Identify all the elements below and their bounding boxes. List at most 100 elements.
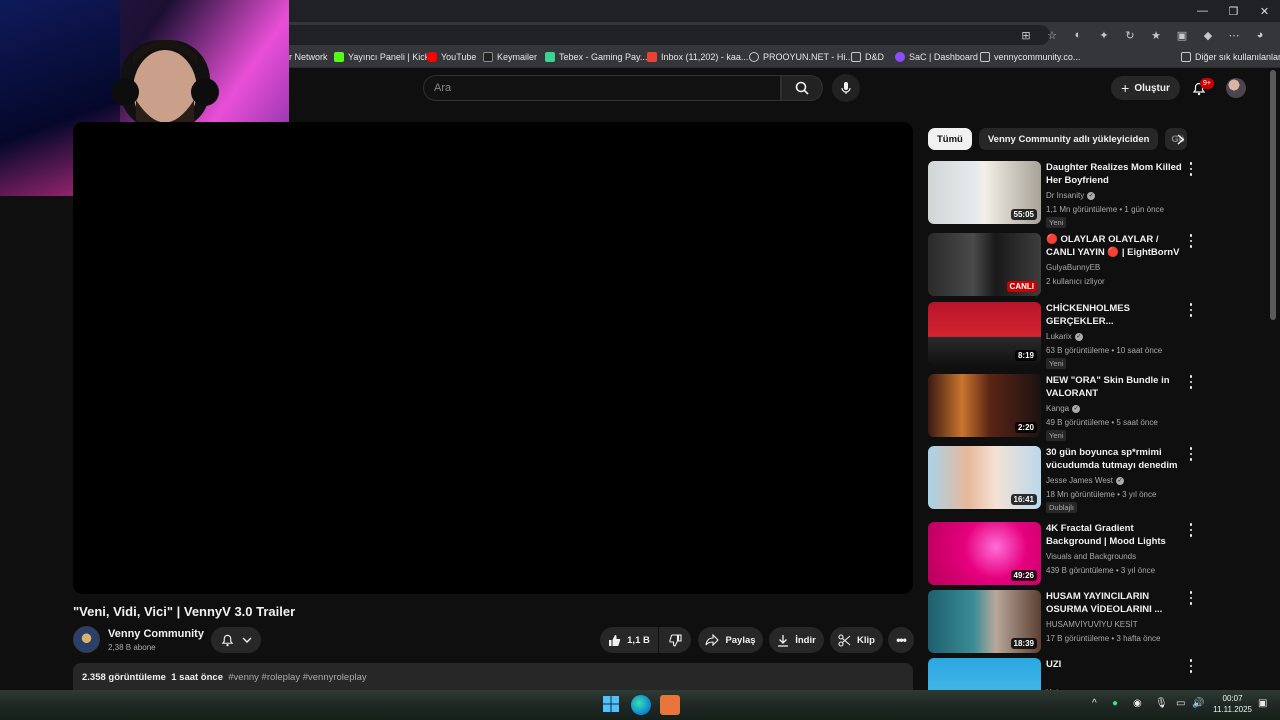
more-options-icon[interactable] [1186,302,1196,318]
recommendation-title[interactable]: NEW "ORA" Skin Bundle in VALORANT [1046,374,1186,400]
like-button[interactable]: 1,1 B [600,627,658,653]
download-button[interactable]: İndir [769,627,824,653]
chips-next-button[interactable] [1172,131,1188,147]
recommendation-item[interactable]: 18:39 HUSAM YAYINCILARIN OSURMA VİDEOLARI… [928,590,1200,654]
notification-center-icon[interactable]: ▣ [1258,698,1267,709]
more-options-icon[interactable] [1186,590,1196,606]
bookmark-item[interactable]: Yayıncı Paneli | Kick [334,52,429,62]
bookmark-item[interactable]: Inbox (11,202) - kaa... [647,52,748,62]
search-input[interactable]: Ara [423,75,781,101]
edge-icon[interactable] [631,695,651,715]
minimize-icon[interactable]: — [1187,0,1218,22]
recommendation-channel[interactable]: Dr Insanity ✓ [1046,191,1096,200]
apps-icon[interactable]: ⊞ [1016,25,1036,45]
bookmark-item[interactable]: Keymailer [483,52,537,62]
volume-icon[interactable]: 🔊 [1192,698,1204,709]
recommendation-channel[interactable]: HUSAMVİYUVİYU KESİT [1046,620,1138,629]
favorites-icon[interactable]: ★ [1146,25,1166,45]
recommendation-channel[interactable]: Visuals and Backgrounds [1046,552,1136,561]
recommendation-title[interactable]: 4K Fractal Gradient Background | Mood Li… [1046,522,1186,548]
more-actions-button[interactable]: ••• [888,627,914,653]
subscription-bell-button[interactable] [211,627,261,653]
recommendation-title[interactable]: UZI [1046,658,1186,671]
recommendation-title[interactable]: Daughter Realizes Mom Killed Her Boyfrie… [1046,161,1186,187]
tray-status-icon[interactable]: ● [1112,698,1118,709]
chip-from-uploader[interactable]: Venny Community adlı yükleyiciden [978,128,1159,150]
chip-all[interactable]: Tümü [928,128,972,150]
recommendation-channel[interactable]: Jesse James West ✓ [1046,476,1124,485]
description-box[interactable]: 2.358 görüntüleme 1 saat önce #venny #ro… [73,663,913,693]
recommendation-channel[interactable]: GulyaBunnyEB [1046,263,1100,272]
recommendation-channel[interactable]: Kanga ✓ [1046,404,1081,413]
youtube-icon [427,52,437,62]
voice-search-button[interactable] [832,74,860,102]
more-options-icon[interactable] [1186,522,1196,538]
duration-badge: 55:05 [1010,209,1037,220]
video-thumbnail[interactable]: 55:05 [928,161,1041,224]
address-bar[interactable] [280,25,1050,45]
star-icon[interactable]: ☆ [1042,25,1062,45]
close-icon[interactable]: ✕ [1249,0,1280,22]
bookmark-item[interactable]: r Network [289,52,328,62]
recommendation-item[interactable]: 16:41 30 gün boyunca sp*rmimi vücudumda t… [928,446,1200,513]
recommendation-item[interactable]: CANLI 🔴 OLAYLAR OLAYLAR / CANLI YAYIN 🔴 |… [928,233,1200,297]
bookmark-item[interactable]: PROOYUN.NET - Hi... [749,52,853,62]
page-scrollbar[interactable] [1270,70,1276,320]
recommendation-title[interactable]: 30 gün boyunca sp*rmimi vücudumda tutmay… [1046,446,1186,472]
recommendation-item[interactable]: 2:20 NEW "ORA" Skin Bundle in VALORANT Kan… [928,374,1200,441]
more-options-icon[interactable] [1186,233,1196,249]
channel-label: Lukarix [1046,332,1072,341]
account-avatar[interactable] [1226,78,1246,98]
recommendation-title[interactable]: HUSAM YAYINCILARIN OSURMA VİDEOLARINI ..… [1046,590,1186,616]
video-thumbnail[interactable]: 8:19 [928,302,1041,365]
video-thumbnail[interactable]: 2:20 [928,374,1041,437]
live-badge: CANLI [1006,281,1037,292]
tray-chevron-icon[interactable]: ^ [1092,698,1097,709]
more-options-icon[interactable] [1186,446,1196,462]
video-thumbnail[interactable]: CANLI [928,233,1041,296]
recommendation-title[interactable]: 🔴 OLAYLAR OLAYLAR / CANLI YAYIN 🔴 | Eigh… [1046,233,1186,259]
video-thumbnail[interactable]: 16:41 [928,446,1041,509]
app-icon[interactable] [660,695,680,715]
bookmark-item[interactable]: YouTube [427,52,476,62]
duration-badge: 8:19 [1014,350,1037,361]
recommendation-item[interactable]: 55:05 Daughter Realizes Mom Killed Her Bo… [928,161,1200,228]
hashtags[interactable]: #venny #roleplay #vennyroleplay [228,672,366,683]
more-options-icon[interactable] [1186,374,1196,390]
bookmark-item[interactable]: Tebex - Gaming Pay... [545,52,647,62]
bookmark-item[interactable]: vennycommunity.co... [980,52,1080,62]
share-button[interactable]: Paylaş [698,627,763,653]
other-bookmarks[interactable]: Diğer sık kullanılanlar [1181,52,1280,62]
create-button[interactable]: + Oluştur [1111,76,1180,100]
puzzle-icon[interactable]: ✦ [1094,25,1114,45]
more-options-icon[interactable] [1186,658,1196,674]
video-thumbnail[interactable]: 18:39 [928,590,1041,653]
thumbs-up-icon [609,634,621,646]
recommendation-title[interactable]: CHİCKENHOLMES GERÇEKLER... [1046,302,1186,328]
shield-icon[interactable]: ◆ [1198,25,1218,45]
tray-app-icon[interactable]: ◉ [1133,698,1142,709]
channel-name[interactable]: Venny Community [108,628,204,640]
search-button[interactable] [781,75,823,101]
bookmark-item[interactable]: SaC | Dashboard [895,52,978,62]
maximize-icon[interactable]: ❐ [1218,0,1249,22]
start-button[interactable] [602,695,622,715]
more-options-icon[interactable] [1186,161,1196,177]
bookmark-item[interactable]: D&D [851,52,884,62]
copilot-icon[interactable]: ◕ [1250,25,1270,45]
channel-avatar[interactable] [73,626,100,653]
microphone-icon[interactable]: 🎙 [1155,698,1168,709]
collections-icon[interactable]: ▣ [1172,25,1192,45]
clip-button[interactable]: Klip [830,627,883,653]
recommendation-item[interactable]: 8:19 CHİCKENHOLMES GERÇEKLER... Lukarix ✓ 63… [928,302,1200,369]
recommendation-channel[interactable]: Lukarix ✓ [1046,332,1083,341]
system-clock[interactable]: 00:07 11.11.2025 [1213,693,1252,715]
dislike-button[interactable] [659,627,691,653]
refresh-icon[interactable]: ↻ [1120,25,1140,45]
menu-icon[interactable]: ⋯ [1224,25,1244,45]
video-thumbnail[interactable]: 49:26 [928,522,1041,585]
recommendation-item[interactable]: 49:26 4K Fractal Gradient Background | Mo… [928,522,1200,586]
video-player[interactable] [73,122,913,594]
extension-icon[interactable]: ◐ [1068,25,1088,45]
network-icon[interactable]: ▭ [1176,698,1185,709]
